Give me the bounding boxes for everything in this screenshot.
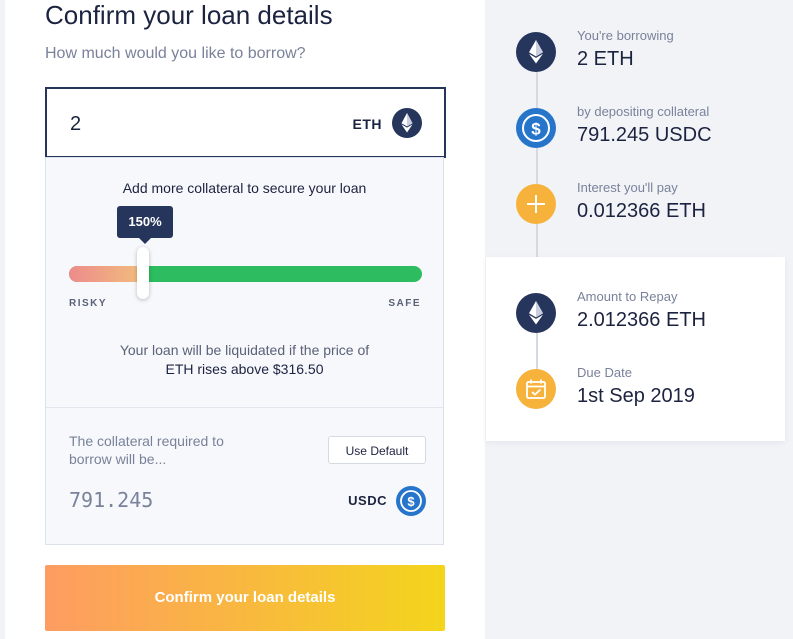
collateral-label: by depositing collateral <box>577 104 710 119</box>
collateral-card: Add more collateral to secure your loan … <box>45 157 444 545</box>
svg-text:$: $ <box>531 120 541 139</box>
use-default-button[interactable]: Use Default <box>328 436 426 464</box>
interest-label: Interest you'll pay <box>577 180 678 195</box>
usdc-icon: $ <box>396 486 426 516</box>
collateral-required-text: The collateral required to borrow will b… <box>69 433 224 467</box>
risky-label: RISKY <box>69 298 108 309</box>
borrow-amount-value[interactable]: 2 <box>70 113 81 136</box>
liquidation-line-2: ETH rises above $316.50 <box>165 361 324 377</box>
plus-icon <box>516 184 556 224</box>
repayment-summary-panel: Amount to Repay 2.012366 ETH Due Date 1s… <box>486 257 785 441</box>
collateral-slider-track[interactable] <box>69 266 422 282</box>
loan-summary-panel: You're borrowing 2 ETH $ by depositing c… <box>486 0 785 257</box>
ethereum-icon <box>516 32 556 72</box>
liquidation-line-1: Your loan will be liquidated if the pric… <box>119 342 370 358</box>
due-date-value: 1st Sep 2019 <box>577 385 695 407</box>
borrow-amount-input[interactable]: 2 ETH <box>45 87 446 158</box>
borrow-prompt: How much would you like to borrow? <box>45 45 306 62</box>
loan-form-panel: Confirm your loan details How much would… <box>5 0 485 639</box>
safe-label: SAFE <box>388 298 421 309</box>
svg-text:$: $ <box>407 494 415 509</box>
collateral-ratio-tooltip: 150% <box>117 206 173 244</box>
due-date-label: Due Date <box>577 365 632 380</box>
interest-value: 0.012366 ETH <box>577 200 706 222</box>
repay-label: Amount to Repay <box>577 289 678 304</box>
timeline-connector <box>536 70 538 257</box>
timeline-connector <box>536 332 538 372</box>
borrowing-value: 2 ETH <box>577 48 634 70</box>
card-divider <box>46 407 443 408</box>
ethereum-icon <box>392 108 422 138</box>
collateral-value: 791.245 USDC <box>577 124 712 146</box>
slider-risky-fill <box>69 266 143 282</box>
collateral-amount-value: 791.245 <box>69 488 154 512</box>
confirm-loan-button[interactable]: Confirm your loan details <box>45 565 445 631</box>
repay-value: 2.012366 ETH <box>577 309 706 331</box>
collateral-slider-handle[interactable] <box>137 247 149 299</box>
borrowing-label: You're borrowing <box>577 28 674 43</box>
usdc-icon: $ <box>516 108 556 148</box>
liquidation-notice: Your loan will be liquidated if the pric… <box>46 341 443 379</box>
collateral-heading: Add more collateral to secure your loan <box>122 180 367 196</box>
page-title: Confirm your loan details <box>45 0 333 30</box>
calendar-icon <box>516 369 556 409</box>
collateral-currency-label: USDC <box>348 493 387 508</box>
ethereum-icon <box>516 293 556 333</box>
borrow-currency-label: ETH <box>352 116 382 132</box>
